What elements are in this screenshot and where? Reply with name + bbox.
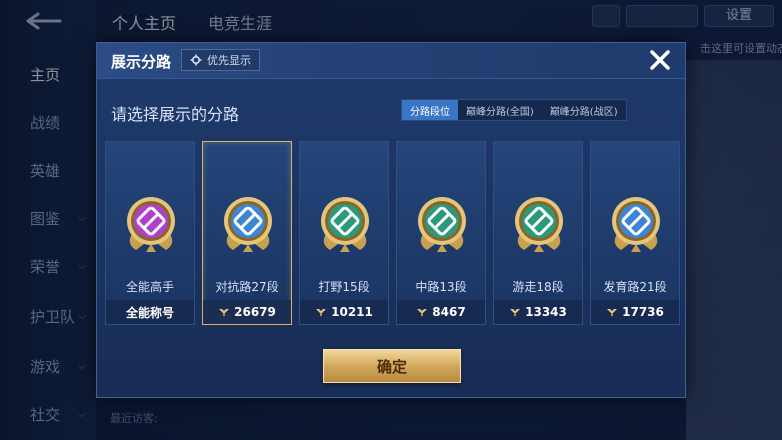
lane-card-value: 13343 xyxy=(525,305,567,319)
power-icon xyxy=(219,309,230,317)
lane-card-name: 中路13段 xyxy=(415,280,467,294)
gear-icon xyxy=(190,54,202,66)
power-icon xyxy=(316,309,327,317)
lane-card-value-bar: 13343 xyxy=(494,300,582,324)
tab-peak-lane-national[interactable]: 巅峰分路(全国) xyxy=(458,100,542,120)
priority-display-button[interactable]: 优先显示 xyxy=(181,49,260,71)
lane-card-value-bar: 17736 xyxy=(591,300,679,324)
power-icon xyxy=(417,309,428,317)
lane-card-value: 全能称号 xyxy=(125,305,174,320)
lane-card[interactable]: 中路13段 8467 xyxy=(396,141,486,325)
lane-card-list: 全能高手 全能称号 对抗路27段 26679 打野15段 10211 中路13段 8467 游走… xyxy=(105,141,680,327)
lane-card[interactable]: 游走18段 13343 xyxy=(493,141,583,325)
farm-lane-badge-icon xyxy=(612,197,660,252)
all-round-badge-icon xyxy=(127,197,175,252)
lane-card-value-bar: 8467 xyxy=(397,300,485,324)
lane-card-name: 游走18段 xyxy=(512,280,564,294)
clash-lane-badge-icon xyxy=(224,197,272,252)
power-icon xyxy=(607,309,618,317)
confirm-button[interactable]: 确定 xyxy=(323,349,461,383)
tab-lane-rank[interactable]: 分路段位 xyxy=(402,100,458,120)
lane-card-value-bar: 26679 xyxy=(203,300,291,324)
tab-peak-lane-region[interactable]: 巅峰分路(战区) xyxy=(541,100,626,120)
mid-lane-badge-icon xyxy=(418,197,466,252)
lane-card-value: 10211 xyxy=(331,305,373,319)
priority-display-label: 优先显示 xyxy=(207,54,251,67)
segment-tabs: 分路段位 巅峰分路(全国) 巅峰分路(战区) xyxy=(401,99,627,121)
modal-title: 展示分路 xyxy=(111,53,172,71)
lane-card-value-bar: 全能称号 xyxy=(106,300,194,324)
select-lane-prompt: 请选择展示的分路 xyxy=(111,105,240,124)
close-button[interactable] xyxy=(647,47,673,73)
display-lane-modal: 展示分路 优先显示 请选择展示的分路 分路段位 巅峰分路(全国) 巅峰分路(战区… xyxy=(96,42,686,398)
lane-card-value-bar: 10211 xyxy=(300,300,388,324)
lane-card-value: 17736 xyxy=(622,305,664,319)
lane-card-name: 全能高手 xyxy=(125,280,174,294)
close-icon xyxy=(650,50,670,70)
lane-card-name: 发育路21段 xyxy=(603,280,667,294)
lane-card-name: 对抗路27段 xyxy=(215,280,279,294)
modal-header: 展示分路 优先显示 xyxy=(97,43,685,79)
jungle-badge-icon xyxy=(321,197,369,252)
lane-card[interactable]: 对抗路27段 26679 xyxy=(202,141,292,325)
power-icon xyxy=(510,309,521,317)
lane-card-value: 8467 xyxy=(432,305,466,319)
lane-card-value: 26679 xyxy=(234,305,276,319)
lane-card-name: 打野15段 xyxy=(318,280,370,294)
roam-badge-icon xyxy=(515,197,563,252)
lane-card[interactable]: 发育路21段 17736 xyxy=(590,141,680,325)
lane-card[interactable]: 全能高手 全能称号 xyxy=(105,141,195,325)
lane-card[interactable]: 打野15段 10211 xyxy=(299,141,389,325)
